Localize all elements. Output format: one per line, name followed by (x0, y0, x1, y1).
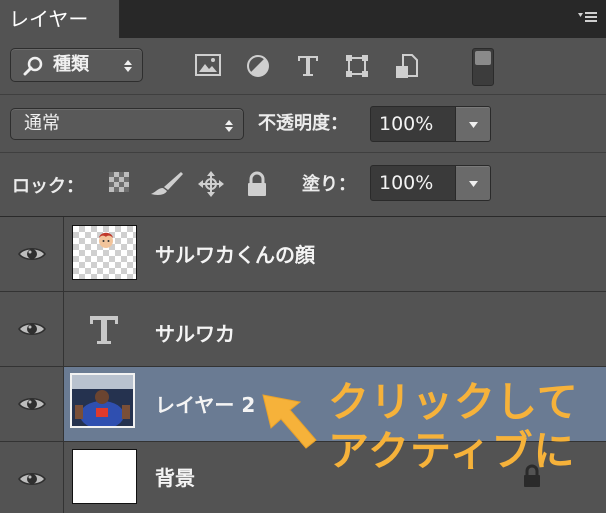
updown-arrows-icon (124, 60, 132, 72)
filter-kind-select[interactable]: 種類 (10, 48, 143, 82)
visibility-toggle[interactable] (0, 367, 64, 441)
layer-thumbnail (70, 373, 135, 429)
smart-object-filter-icon[interactable] (395, 54, 421, 80)
lock-all-icon[interactable] (246, 171, 272, 197)
blend-mode-label: 通常 (24, 113, 60, 134)
panel-menu-icon[interactable] (578, 10, 598, 26)
callout-line-1: クリックして (328, 378, 579, 426)
annotation-arrow-icon (262, 394, 317, 449)
visibility-toggle[interactable] (0, 442, 64, 513)
fill-input[interactable]: 100% (370, 165, 456, 201)
lock-position-icon[interactable] (198, 171, 224, 197)
eye-icon (18, 323, 46, 335)
photo-thumbnail-icon (72, 375, 133, 429)
opacity-label: 不透明度： (258, 113, 348, 134)
layers-tab[interactable]: レイヤー (0, 0, 120, 38)
layer-name: レイヤー 2 (155, 393, 256, 417)
lock-label: ロック： (12, 176, 84, 197)
layer-name: サルワカ (155, 322, 235, 346)
visibility-toggle[interactable] (0, 292, 64, 366)
fill-dropdown-button[interactable] (455, 165, 491, 201)
opacity-input[interactable]: 100% (370, 106, 456, 142)
layer-name: 背景 (155, 466, 195, 490)
annotation-callout: クリックして アクティブに (328, 378, 598, 476)
fill-label: 塗り： (302, 174, 356, 195)
blend-row: 通常 不透明度： 100% (0, 94, 606, 152)
updown-arrows-icon (225, 120, 233, 132)
face-thumbnail-icon (99, 232, 113, 248)
lock-transparent-pixels-icon[interactable] (108, 171, 134, 197)
panel-tab-bar: レイヤー (0, 0, 606, 38)
type-filter-icon[interactable] (296, 54, 322, 80)
layer-thumbnail (72, 225, 137, 280)
chevron-down-icon (469, 181, 478, 187)
image-filter-icon[interactable] (195, 54, 221, 80)
layer-thumbnail (72, 449, 137, 504)
eye-icon (18, 398, 46, 410)
search-icon (23, 56, 45, 80)
visibility-toggle[interactable] (0, 217, 64, 291)
eye-icon (18, 248, 46, 260)
filter-row: 種類 (0, 38, 606, 94)
layer-row[interactable]: サルワカ (0, 292, 606, 367)
lock-image-pixels-icon[interactable] (150, 171, 184, 197)
opacity-dropdown-button[interactable] (455, 106, 491, 142)
callout-line-2: アクティブに (328, 427, 576, 475)
layer-row[interactable]: サルワカくんの顔 (0, 217, 606, 292)
blend-mode-select[interactable]: 通常 (10, 108, 244, 140)
filter-toggle-switch[interactable] (472, 48, 494, 86)
chevron-down-icon (469, 122, 478, 128)
filter-kind-label: 種類 (53, 54, 89, 75)
type-layer-icon (88, 314, 120, 350)
adjustment-filter-icon[interactable] (246, 54, 272, 80)
lock-row: ロック： 塗り： 100% (0, 152, 606, 216)
shape-filter-icon[interactable] (345, 54, 371, 80)
toggle-knob (475, 51, 491, 65)
eye-icon (18, 473, 46, 485)
layer-name: サルワカくんの顔 (155, 243, 315, 267)
